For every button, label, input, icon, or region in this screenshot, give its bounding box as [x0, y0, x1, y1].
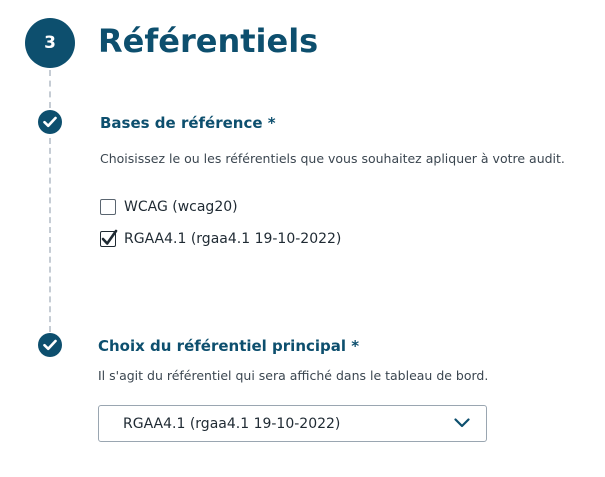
checkbox-rgaa[interactable]: RGAA4.1 (rgaa4.1 19-10-2022)	[100, 228, 341, 250]
step-number-badge: 3	[25, 18, 75, 68]
select-value: RGAA4.1 (rgaa4.1 19-10-2022)	[123, 415, 341, 432]
referentiels-step: 3 Référentiels Bases de référence * Choi…	[0, 0, 605, 477]
step-number: 3	[44, 33, 56, 53]
check-icon	[38, 110, 62, 134]
principal-title: Choix du référentiel principal *	[98, 337, 360, 355]
bases-help-text: Choisissez le ou les référentiels que vo…	[100, 151, 565, 166]
checkmark-icon	[101, 229, 118, 245]
principal-help-text: Il s'agit du référentiel qui sera affich…	[98, 368, 489, 383]
checkbox-label[interactable]: RGAA4.1 (rgaa4.1 19-10-2022)	[124, 229, 341, 249]
checkbox-label[interactable]: WCAG (wcag20)	[124, 197, 238, 217]
chevron-down-icon[interactable]	[454, 417, 470, 429]
checkbox-box[interactable]	[100, 229, 118, 247]
principal-select[interactable]: RGAA4.1 (rgaa4.1 19-10-2022)	[98, 405, 487, 442]
timeline-connector	[49, 138, 51, 332]
checkbox-box[interactable]	[100, 199, 116, 215]
bases-title: Bases de référence *	[100, 114, 276, 132]
checkbox-wcag[interactable]: WCAG (wcag20)	[100, 196, 238, 218]
timeline-connector	[49, 70, 51, 108]
page-title: Référentiels	[98, 22, 319, 60]
check-icon	[38, 333, 62, 357]
